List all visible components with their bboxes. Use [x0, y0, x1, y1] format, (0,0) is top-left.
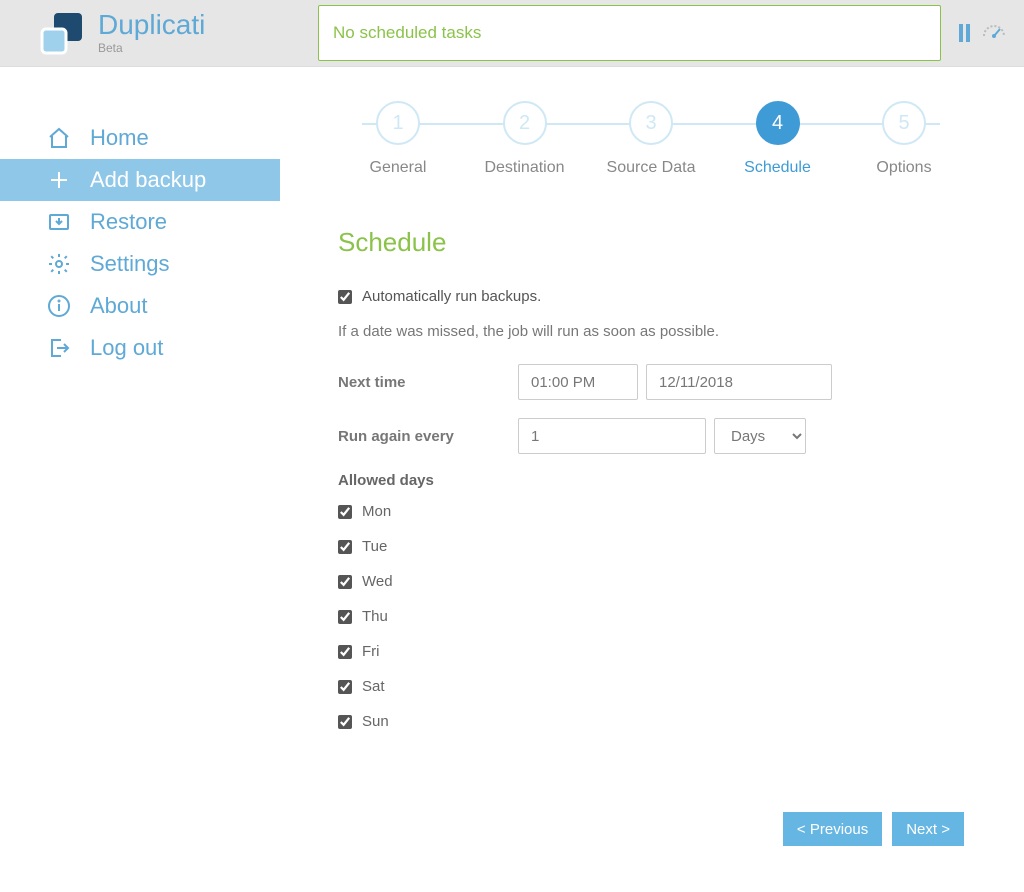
- day-label: Tue: [362, 538, 387, 555]
- day-label: Thu: [362, 608, 388, 625]
- next-button[interactable]: Next >: [892, 812, 964, 846]
- step-number: 2: [503, 101, 547, 145]
- status-box: No scheduled tasks: [318, 5, 941, 61]
- day-label: Fri: [362, 643, 380, 660]
- sidebar-item-label: Add backup: [90, 167, 206, 193]
- step-general[interactable]: 1 General: [338, 101, 458, 177]
- step-label: Destination: [465, 159, 585, 177]
- day-label: Wed: [362, 573, 393, 590]
- sidebar-item-home[interactable]: Home: [0, 117, 280, 159]
- step-source-data[interactable]: 3 Source Data: [591, 101, 711, 177]
- throttle-icon[interactable]: [982, 24, 1006, 43]
- step-label: Schedule: [718, 159, 838, 177]
- status-text: No scheduled tasks: [333, 23, 481, 43]
- day-label: Mon: [362, 503, 391, 520]
- day-label: Sun: [362, 713, 389, 730]
- sidebar-item-label: About: [90, 293, 148, 319]
- day-sun-checkbox[interactable]: [338, 715, 352, 729]
- restore-icon: [46, 209, 72, 235]
- step-number: 4: [756, 101, 800, 145]
- auto-run-label: Automatically run backups.: [362, 288, 541, 305]
- sidebar-item-label: Settings: [90, 251, 170, 277]
- day-label: Sat: [362, 678, 385, 695]
- step-destination[interactable]: 2 Destination: [465, 101, 585, 177]
- previous-button[interactable]: < Previous: [783, 812, 882, 846]
- step-label: Options: [844, 159, 964, 177]
- sidebar-item-restore[interactable]: Restore: [0, 201, 280, 243]
- step-options[interactable]: 5 Options: [844, 101, 964, 177]
- run-again-label: Run again every: [338, 428, 518, 445]
- plus-icon: [46, 167, 72, 193]
- step-number: 3: [629, 101, 673, 145]
- app-subtitle: Beta: [98, 41, 205, 55]
- day-wed-checkbox[interactable]: [338, 575, 352, 589]
- step-label: General: [338, 159, 458, 177]
- step-label: Source Data: [591, 159, 711, 177]
- next-time-label: Next time: [338, 374, 518, 391]
- schedule-hint: If a date was missed, the job will run a…: [338, 323, 964, 340]
- day-mon-checkbox[interactable]: [338, 505, 352, 519]
- section-heading: Schedule: [338, 227, 964, 258]
- sidebar-item-settings[interactable]: Settings: [0, 243, 280, 285]
- gear-icon: [46, 251, 72, 277]
- day-thu-checkbox[interactable]: [338, 610, 352, 624]
- sidebar-item-add-backup[interactable]: Add backup: [0, 159, 280, 201]
- step-number: 5: [882, 101, 926, 145]
- sidebar-item-label: Home: [90, 125, 149, 151]
- app-title: Duplicati: [98, 11, 205, 39]
- step-number: 1: [376, 101, 420, 145]
- top-bar: Duplicati Beta No scheduled tasks: [0, 0, 1024, 67]
- run-again-unit-select[interactable]: Days: [714, 418, 806, 454]
- day-tue-checkbox[interactable]: [338, 540, 352, 554]
- allowed-days-label: Allowed days: [338, 472, 964, 489]
- content: 1 General 2 Destination 3 Source Data 4 …: [280, 67, 1024, 892]
- next-date-input[interactable]: [646, 364, 832, 400]
- day-sat-checkbox[interactable]: [338, 680, 352, 694]
- sidebar-item-label: Restore: [90, 209, 167, 235]
- sidebar-item-logout[interactable]: Log out: [0, 327, 280, 369]
- info-icon: [46, 293, 72, 319]
- auto-run-checkbox[interactable]: [338, 290, 352, 304]
- logout-icon: [46, 335, 72, 361]
- sidebar-item-about[interactable]: About: [0, 285, 280, 327]
- step-schedule[interactable]: 4 Schedule: [718, 101, 838, 177]
- next-time-input[interactable]: [518, 364, 638, 400]
- logo-wrap: Duplicati Beta: [38, 9, 318, 57]
- sidebar: Home Add backup Restore Settings About L…: [0, 67, 280, 892]
- run-again-value-input[interactable]: [518, 418, 706, 454]
- sidebar-item-label: Log out: [90, 335, 163, 361]
- day-fri-checkbox[interactable]: [338, 645, 352, 659]
- app-logo-icon: [38, 9, 86, 57]
- wizard-stepper: 1 General 2 Destination 3 Source Data 4 …: [338, 101, 964, 177]
- pause-icon[interactable]: [959, 24, 970, 42]
- home-icon: [46, 125, 72, 151]
